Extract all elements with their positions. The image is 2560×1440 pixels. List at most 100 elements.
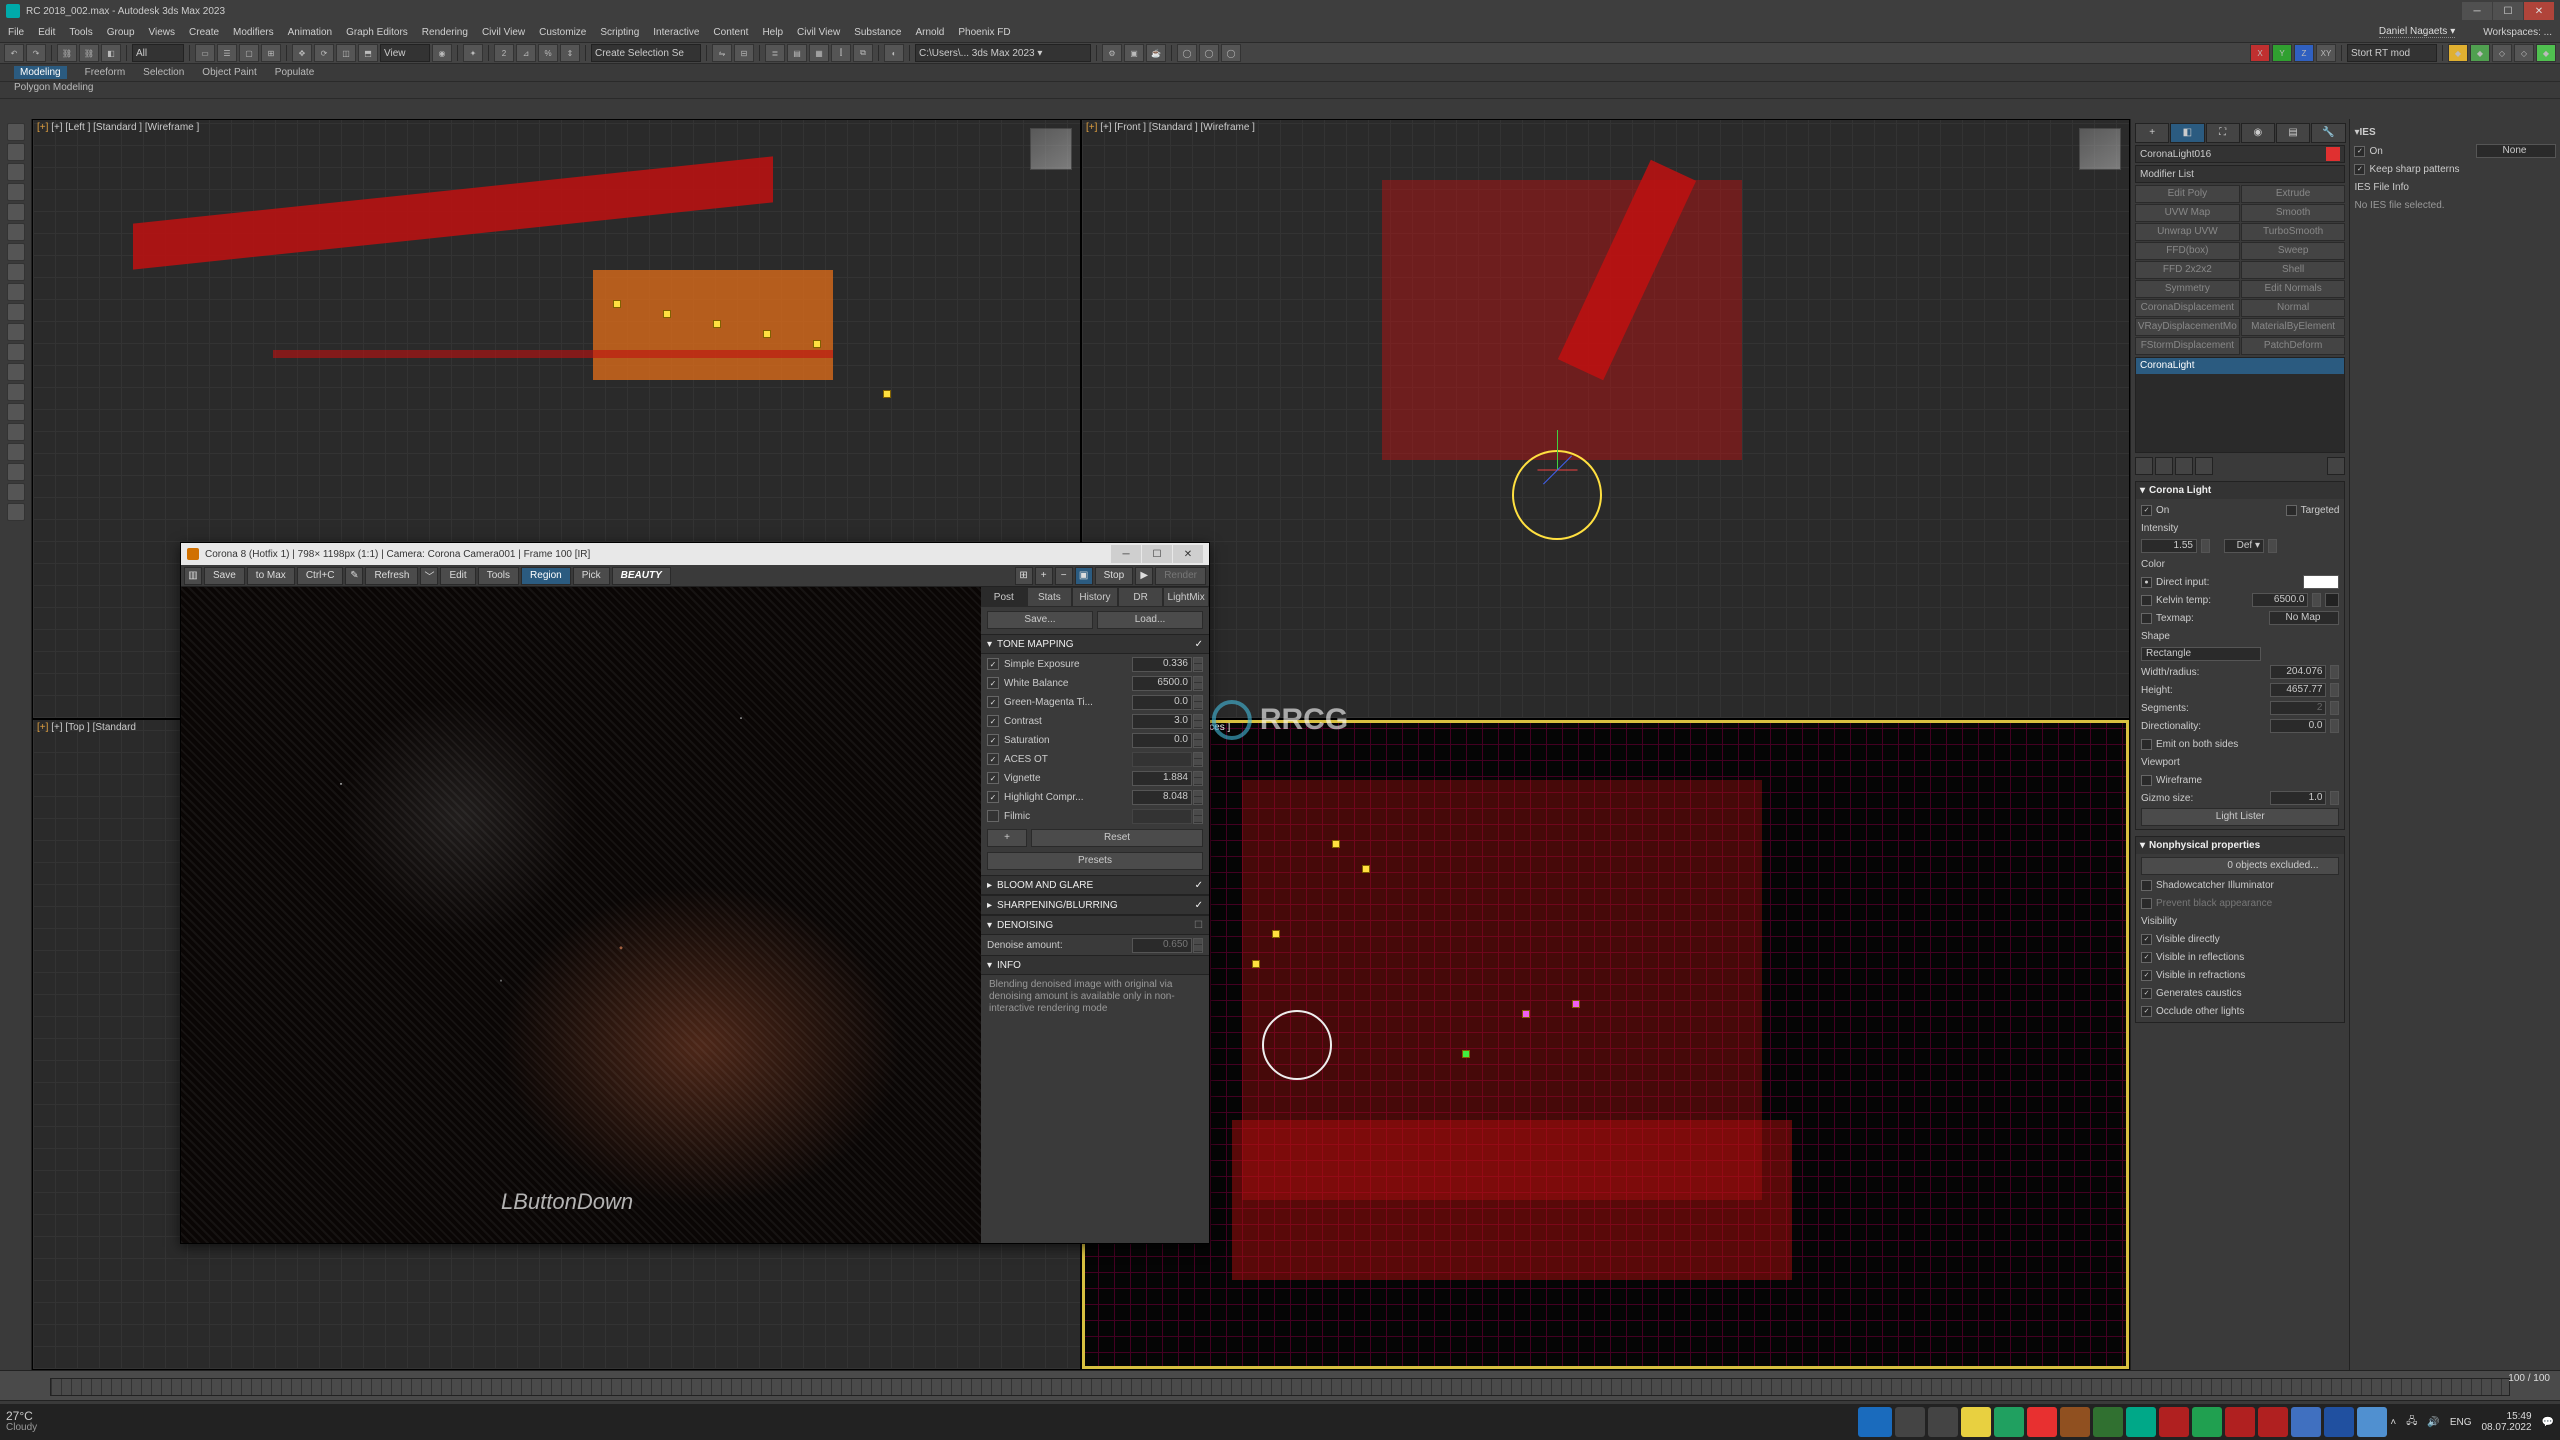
move-button[interactable]: ✥ <box>292 44 312 62</box>
wireframe-checkbox[interactable] <box>2141 775 2152 786</box>
undo-button[interactable]: ↶ <box>4 44 24 62</box>
vfb-maximize[interactable]: ☐ <box>1142 545 1172 563</box>
tray-expand-icon[interactable]: ˄ <box>2390 1417 2396 1428</box>
vfb-tab-lightmix[interactable]: LightMix <box>1163 587 1209 607</box>
viewport-front[interactable]: [+] [+] [Front ] [Standard ] [Wireframe … <box>1081 119 2130 719</box>
spinner-snap-button[interactable]: ⇕ <box>560 44 580 62</box>
link-button[interactable]: ⛓ <box>57 44 77 62</box>
mod-vraydisp[interactable]: VRayDisplacementMo <box>2135 318 2240 336</box>
on-checkbox[interactable]: ✓ <box>2141 505 2152 516</box>
utilities-tab[interactable]: 🔧 <box>2311 123 2345 143</box>
menu-civilview[interactable]: Civil View <box>482 27 525 38</box>
task-app9[interactable] <box>2291 1407 2321 1437</box>
tm-sat-val[interactable]: 0.0 <box>1132 733 1192 748</box>
mod-unwrap[interactable]: Unwrap UVW <box>2135 223 2240 241</box>
vfb-tab-stats[interactable]: Stats <box>1027 587 1073 607</box>
vfb-curve-button[interactable]: ﹀ <box>420 567 438 585</box>
ies-on-checkbox[interactable]: ✓ <box>2354 146 2365 157</box>
kelvin-swatch[interactable] <box>2325 593 2339 607</box>
menu-phoenix[interactable]: Phoenix FD <box>958 27 1010 38</box>
task-taskview[interactable] <box>1928 1407 1958 1437</box>
viewcube-front[interactable] <box>2079 128 2121 170</box>
tm-filmic-cb[interactable] <box>987 810 999 822</box>
tm-gm-cb[interactable]: ✓ <box>987 696 999 708</box>
left-tool-5[interactable] <box>7 203 25 221</box>
caustics-checkbox[interactable]: ✓ <box>2141 988 2152 999</box>
excluded-button[interactable]: 0 objects excluded... <box>2141 857 2339 875</box>
height-spinner[interactable] <box>2330 683 2339 697</box>
corona-e-button[interactable]: ◆ <box>2536 44 2556 62</box>
ies-keep-checkbox[interactable]: ✓ <box>2354 164 2365 175</box>
layer-button[interactable]: ≣ <box>765 44 785 62</box>
menu-help[interactable]: Help <box>762 27 783 38</box>
tm-presets-button[interactable]: Presets <box>987 852 1203 870</box>
vfb-pick2-button[interactable]: Pick <box>573 567 610 585</box>
left-tool-12[interactable] <box>7 343 25 361</box>
create-tab[interactable]: + <box>2135 123 2169 143</box>
task-3dsmax[interactable] <box>2126 1407 2156 1437</box>
tm-hcompr-spin[interactable] <box>1193 790 1203 805</box>
minimize-button[interactable]: ─ <box>2462 2 2492 20</box>
menu-tools[interactable]: Tools <box>69 27 92 38</box>
hierarchy-tab[interactable]: ⛶ <box>2206 123 2240 143</box>
tm-contrast-val[interactable]: 3.0 <box>1132 714 1192 729</box>
axis-z-button[interactable]: Z <box>2294 44 2314 62</box>
kelvin-radio[interactable] <box>2141 595 2152 606</box>
vfb-edit-button[interactable]: Edit <box>440 567 475 585</box>
corona-vfb-window[interactable]: Corona 8 (Hotfix 1) | 798× 1198px (1:1) … <box>180 542 1210 1244</box>
tray-time[interactable]: 15:49 <box>2481 1411 2531 1422</box>
corona-b-button[interactable]: ◆ <box>2470 44 2490 62</box>
light-lister-button[interactable]: Light Lister <box>2141 808 2339 826</box>
ribbon-selection[interactable]: Selection <box>143 67 184 78</box>
stack-pin-button[interactable] <box>2135 457 2153 475</box>
vfb-copy-button[interactable]: Ctrl+C <box>297 567 344 585</box>
menu-edit[interactable]: Edit <box>38 27 55 38</box>
kelvin-spinner[interactable] <box>2312 593 2321 607</box>
tm-wb-spin[interactable] <box>1193 676 1203 691</box>
ribbon-modeling[interactable]: Modeling <box>14 66 67 79</box>
menu-civilview2[interactable]: Civil View <box>797 27 840 38</box>
mod-turbosmooth[interactable]: TurboSmooth <box>2241 223 2346 241</box>
vfb-tab-post[interactable]: Post <box>981 587 1027 607</box>
window-crossing-button[interactable]: ⊞ <box>261 44 281 62</box>
menu-create[interactable]: Create <box>189 27 219 38</box>
vfb-render-button[interactable]: Render <box>1155 567 1206 585</box>
vfb-play-button[interactable]: ▶ <box>1135 567 1153 585</box>
vfb-stop-button[interactable]: Stop <box>1095 567 1134 585</box>
left-tool-18[interactable] <box>7 463 25 481</box>
mod-sweep[interactable]: Sweep <box>2241 242 2346 260</box>
vfb-render-view[interactable]: LButtonDown <box>181 587 981 1243</box>
axis-xy-button[interactable]: XY <box>2316 44 2336 62</box>
shape-dropdown[interactable]: Rectangle <box>2141 647 2261 661</box>
menu-modifiers[interactable]: Modifiers <box>233 27 274 38</box>
mod-editpoly[interactable]: Edit Poly <box>2135 185 2240 203</box>
mod-symmetry[interactable]: Symmetry <box>2135 280 2240 298</box>
task-explorer[interactable] <box>1961 1407 1991 1437</box>
width-value[interactable]: 204.076 <box>2270 665 2326 679</box>
left-tool-10[interactable] <box>7 303 25 321</box>
modifier-list-dropdown[interactable]: Modifier List <box>2135 165 2345 183</box>
section-tonemapping[interactable]: ▾TONE MAPPING✓ <box>981 634 1209 654</box>
menu-arnold[interactable]: Arnold <box>915 27 944 38</box>
select-button[interactable]: ▭ <box>195 44 215 62</box>
vfb-pick-button[interactable]: ✎ <box>345 567 363 585</box>
unlink-button[interactable]: ⛓ <box>79 44 99 62</box>
direct-input-radio[interactable]: ● <box>2141 577 2152 588</box>
color-swatch[interactable] <box>2303 575 2339 589</box>
render-setup-button[interactable]: ⚙ <box>1102 44 1122 62</box>
task-app3[interactable] <box>2060 1407 2090 1437</box>
mod-coronadisp[interactable]: CoronaDisplacement <box>2135 299 2240 317</box>
percent-snap-button[interactable]: % <box>538 44 558 62</box>
rollout-nonphysical[interactable]: ▾Nonphysical properties <box>2136 837 2344 854</box>
pivot-button[interactable]: ◉ <box>432 44 452 62</box>
viewport-top-label[interactable]: [+] [+] [Top ] [Standard <box>37 722 136 733</box>
ribbon-populate[interactable]: Populate <box>275 67 314 78</box>
tray-network-icon[interactable]: 🖧 <box>2406 1414 2417 1431</box>
render-button[interactable]: ☕ <box>1146 44 1166 62</box>
workspaces-dropdown[interactable]: Workspaces: ... <box>2483 27 2552 38</box>
mod-patchdeform[interactable]: PatchDeform <box>2241 337 2346 355</box>
visible-direct-checkbox[interactable]: ✓ <box>2141 934 2152 945</box>
left-tool-2[interactable] <box>7 143 25 161</box>
task-app2[interactable] <box>2027 1407 2057 1437</box>
left-tool-11[interactable] <box>7 323 25 341</box>
